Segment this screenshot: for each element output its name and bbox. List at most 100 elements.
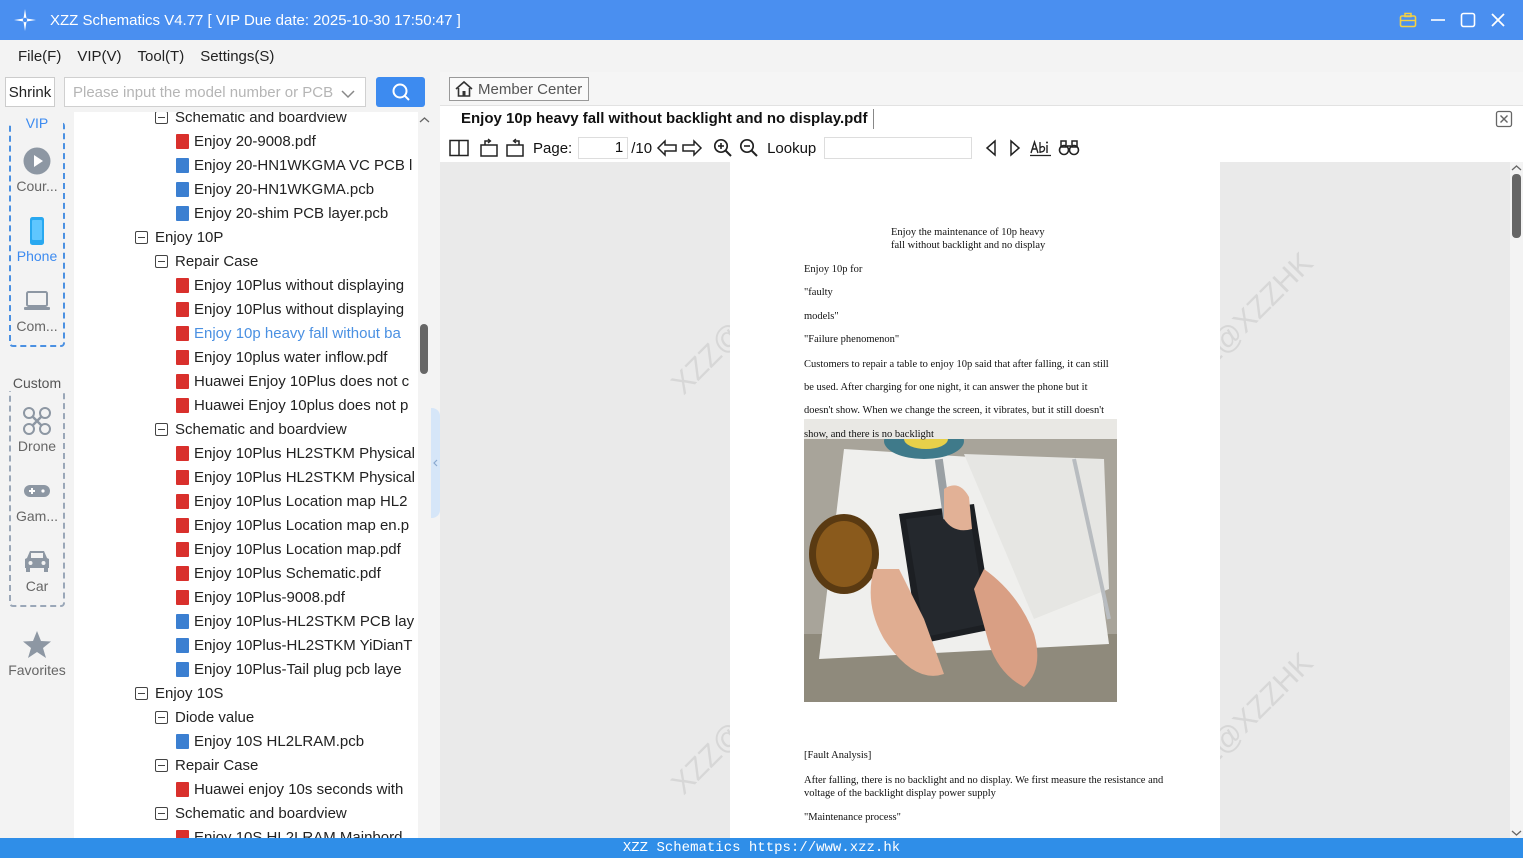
tree-item-label: Huawei Enjoy 10Plus does not c <box>194 372 410 390</box>
document-tab-title: Enjoy 10p heavy fall without backlight a… <box>461 110 868 127</box>
zoom-out-icon[interactable] <box>739 138 759 158</box>
page-number-input[interactable]: 1 <box>578 137 629 159</box>
tree-file[interactable]: Enjoy 10Plus HL2STKM Physical <box>176 465 415 489</box>
tree-file[interactable]: Enjoy 10S HL2LRAM.pcb <box>176 729 364 753</box>
collapse-toggle-icon[interactable] <box>155 254 168 268</box>
pdf-text-line: Enjoy 10p for <box>804 264 863 275</box>
find-next-icon[interactable] <box>1008 139 1022 157</box>
home-icon <box>455 80 473 97</box>
member-center-button[interactable]: Member Center <box>449 77 589 101</box>
tree-folder[interactable]: Diode value <box>155 705 254 729</box>
sidebar-item-car[interactable]: Car <box>11 546 63 594</box>
match-case-icon[interactable] <box>1030 139 1052 157</box>
briefcase-icon[interactable] <box>1393 0 1423 40</box>
tree-scroll-thumb[interactable] <box>420 324 428 374</box>
menu-settings[interactable]: Settings(S) <box>200 48 274 65</box>
tree-file[interactable]: Enjoy 20-HN1WKGMA VC PCB l <box>176 153 412 177</box>
tree-folder[interactable]: Schematic and boardview <box>155 417 347 441</box>
search-input[interactable]: Please input the model number or PCB <box>64 77 366 107</box>
category-sidebar: VIP Cour... Phone Com... Custom Drone Ga… <box>0 112 74 838</box>
sidebar-item-phone[interactable]: Phone <box>11 216 63 264</box>
panel-splitter[interactable] <box>431 112 440 838</box>
tree-folder[interactable]: Enjoy 10P <box>135 225 223 249</box>
pdf-text-line: [Fault Analysis] <box>804 750 872 761</box>
collapse-toggle-icon[interactable] <box>155 422 168 436</box>
vip-group-label: VIP <box>11 115 63 131</box>
tree-file[interactable]: Enjoy 10Plus Location map HL2 <box>176 489 407 513</box>
chevron-left-icon <box>433 459 438 467</box>
tree-item-label: Repair Case <box>175 252 259 270</box>
tree-file[interactable]: Enjoy 10plus water inflow.pdf <box>176 345 387 369</box>
sidebar-item-drone[interactable]: Drone <box>11 406 63 454</box>
tree-folder[interactable]: Repair Case <box>155 753 258 777</box>
sidebar-item-game[interactable]: Gam... <box>11 476 63 524</box>
tree-file[interactable]: Enjoy 10Plus without displaying <box>176 273 404 297</box>
pdf-file-icon <box>176 829 189 838</box>
viewer-scroll-thumb[interactable] <box>1512 174 1521 238</box>
tree-file[interactable]: Enjoy 20-HN1WKGMA.pcb <box>176 177 374 201</box>
tree-folder[interactable]: Enjoy 10S <box>135 681 223 705</box>
sidebar-item-courses[interactable]: Cour... <box>11 146 63 194</box>
lookup-input[interactable] <box>824 137 973 159</box>
tree-file[interactable]: Enjoy 20-9008.pdf <box>176 129 316 153</box>
pdf-text-line: "Failure phenomenon" <box>804 334 900 345</box>
tree-folder[interactable]: Schematic and boardview <box>155 112 347 129</box>
search-button[interactable] <box>376 77 425 107</box>
tree-file[interactable]: Huawei enjoy 10s seconds with <box>176 777 403 801</box>
close-tab-icon[interactable] <box>1495 110 1513 133</box>
tree-scrollbar[interactable] <box>418 112 431 838</box>
pdf-file-icon <box>176 517 189 533</box>
tree-file[interactable]: Enjoy 10Plus HL2STKM Physical <box>176 441 415 465</box>
sidebar-toggle-icon[interactable] <box>449 139 469 157</box>
maximize-icon[interactable] <box>1453 0 1483 40</box>
tab-divider <box>873 109 874 129</box>
tree-file[interactable]: Enjoy 10S HL2LRAM Mainbord <box>176 825 402 838</box>
collapse-toggle-icon[interactable] <box>135 686 148 700</box>
tree-folder[interactable]: Schematic and boardview <box>155 801 347 825</box>
collapse-toggle-icon[interactable] <box>155 806 168 820</box>
prev-page-icon[interactable] <box>656 139 678 157</box>
find-prev-icon[interactable] <box>984 139 998 157</box>
tree-file[interactable]: Enjoy 10Plus Location map.pdf <box>176 537 401 561</box>
rotate-left-icon[interactable] <box>479 138 499 158</box>
tree-file[interactable]: Enjoy 10Plus-HL2STKM YiDianT <box>176 633 412 657</box>
sidebar-item-favorites[interactable]: Favorites <box>0 630 74 678</box>
zoom-in-icon[interactable] <box>713 138 733 158</box>
collapse-toggle-icon[interactable] <box>155 758 168 772</box>
scroll-up-icon[interactable] <box>418 115 431 125</box>
menu-tool[interactable]: Tool(T) <box>138 48 185 65</box>
tree-file[interactable]: Enjoy 10Plus-9008.pdf <box>176 585 345 609</box>
tree-file[interactable]: Enjoy 20-shim PCB layer.pcb <box>176 201 388 225</box>
minimize-icon[interactable] <box>1423 0 1453 40</box>
collapse-toggle-icon[interactable] <box>155 112 168 124</box>
document-tab[interactable]: Enjoy 10p heavy fall without backlight a… <box>440 106 1523 134</box>
chevron-down-icon[interactable] <box>341 86 355 103</box>
shrink-button[interactable]: Shrink <box>5 77 55 107</box>
tree-file[interactable]: Huawei Enjoy 10plus does not p <box>176 393 408 417</box>
find-binoculars-icon[interactable] <box>1058 139 1080 157</box>
search-row: Shrink Please input the model number or … <box>0 72 440 112</box>
tree-item-label: Enjoy 10p heavy fall without ba <box>194 324 401 342</box>
menu-file[interactable]: File(F) <box>18 48 61 65</box>
collapse-panel-handle[interactable] <box>431 408 440 518</box>
tree-file[interactable]: Enjoy 10Plus-Tail plug pcb laye <box>176 657 402 681</box>
pdf-viewer[interactable]: XZZ@XZZHK XZZ@XZZHK XZZ@XZZHK XZZ@XZZHK … <box>440 162 1510 838</box>
scroll-down-icon[interactable] <box>1510 828 1523 838</box>
collapse-toggle-icon[interactable] <box>135 230 148 244</box>
tree-file[interactable]: Enjoy 10Plus Schematic.pdf <box>176 561 381 585</box>
viewer-scrollbar[interactable] <box>1510 162 1523 838</box>
scroll-up-icon[interactable] <box>1510 163 1523 173</box>
tree-file[interactable]: Enjoy 10Plus Location map en.p <box>176 513 409 537</box>
next-page-icon[interactable] <box>681 139 703 157</box>
collapse-toggle-icon[interactable] <box>155 710 168 724</box>
tree-file[interactable]: Enjoy 10p heavy fall without ba <box>176 321 401 345</box>
menu-vip[interactable]: VIP(V) <box>77 48 121 65</box>
tree-item-label: Enjoy 10S <box>155 684 224 702</box>
close-icon[interactable] <box>1483 0 1513 40</box>
tree-folder[interactable]: Repair Case <box>155 249 258 273</box>
tree-file[interactable]: Enjoy 10Plus without displaying <box>176 297 404 321</box>
tree-file[interactable]: Enjoy 10Plus-HL2STKM PCB lay <box>176 609 414 633</box>
rotate-right-icon[interactable] <box>505 138 525 158</box>
sidebar-item-computer[interactable]: Com... <box>11 286 63 334</box>
tree-file[interactable]: Huawei Enjoy 10Plus does not c <box>176 369 409 393</box>
